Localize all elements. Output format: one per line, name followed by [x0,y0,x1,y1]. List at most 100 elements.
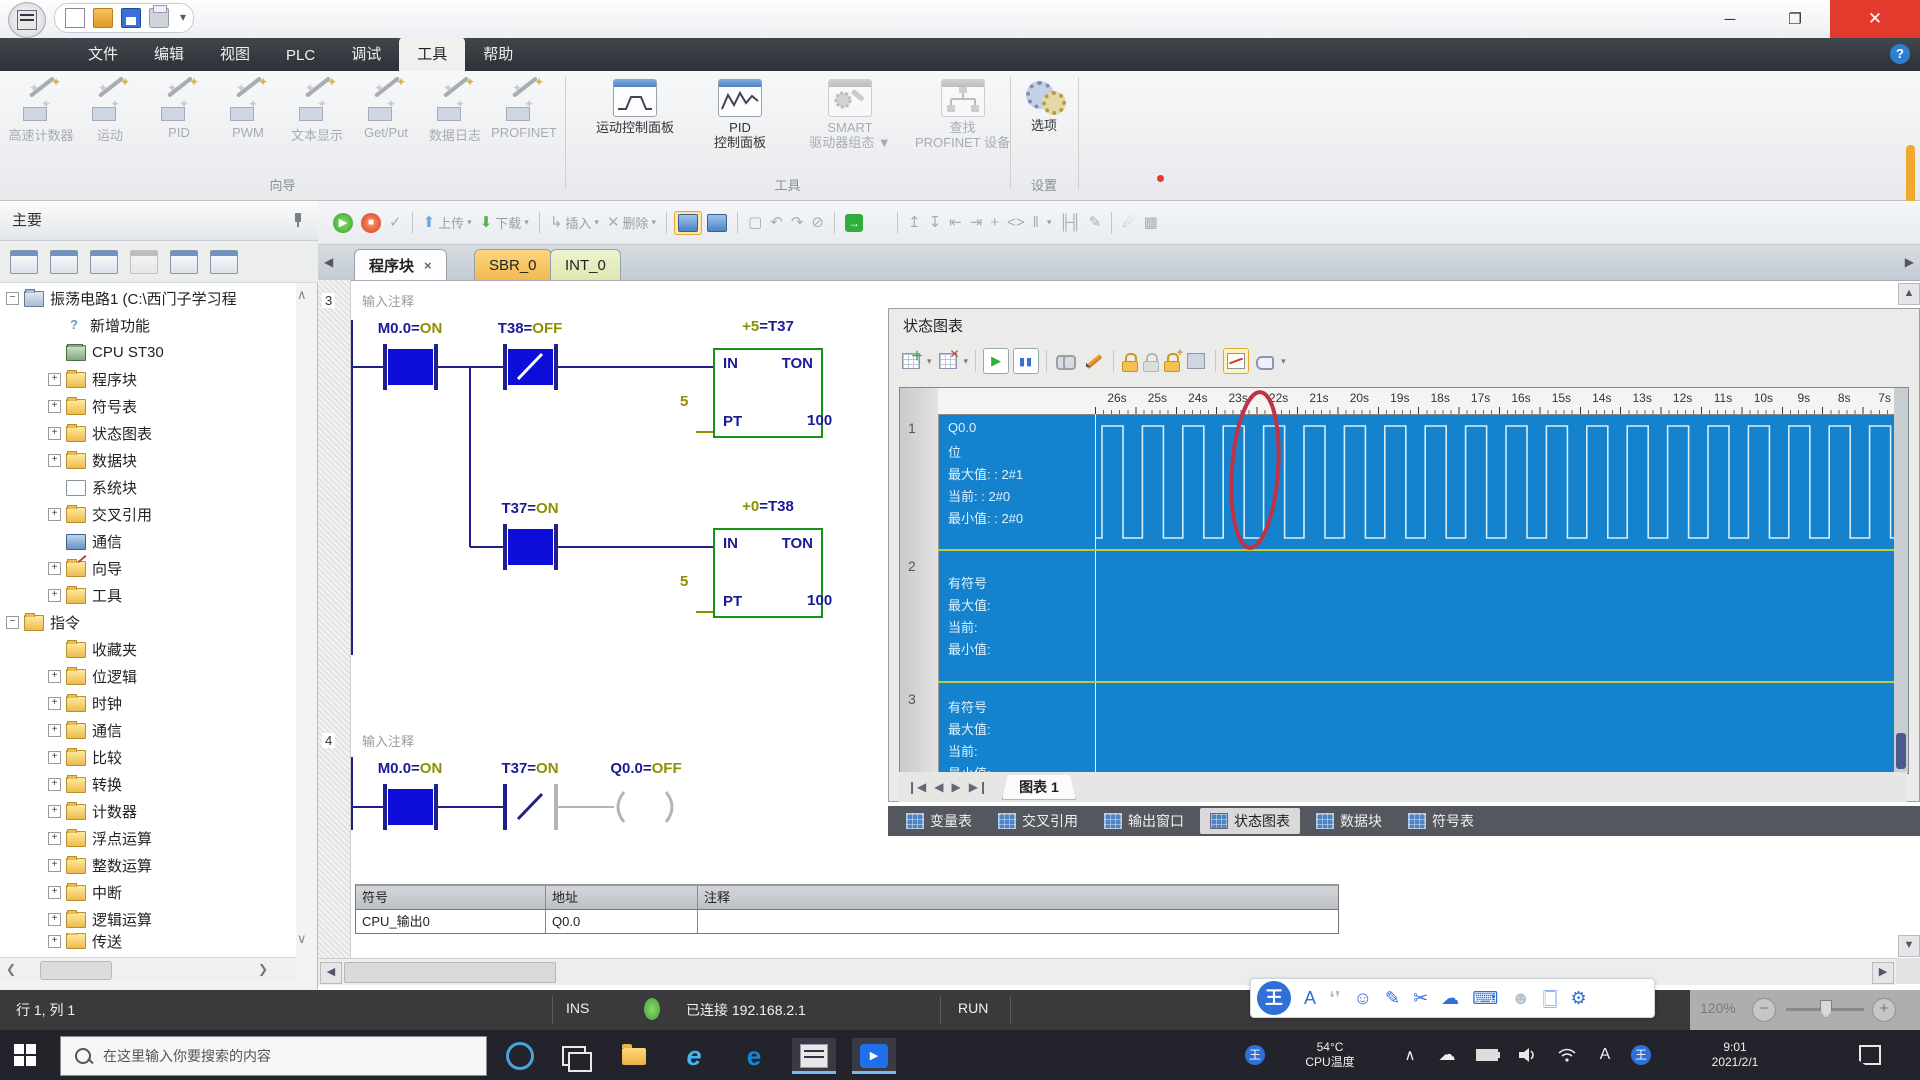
tree-expander[interactable]: + [48,508,61,521]
new-file-icon[interactable] [65,8,85,28]
next-sheet-icon[interactable]: ▶ [952,780,961,794]
tab-scroll-right[interactable]: ▶ [1905,255,1914,269]
tree-item[interactable]: + 符号表 [0,393,296,420]
trend-view-icon[interactable] [1223,348,1249,374]
editor-scroll-up[interactable]: ▲ [1898,283,1920,305]
dock-tab[interactable]: 输出窗口 [1094,808,1194,834]
tree-scroll-down[interactable]: ∨ [297,931,307,947]
network-comment[interactable]: 输入注释 [362,731,414,750]
ton-box-t38[interactable]: INTON PT 100~ [713,528,823,618]
toolbar-button[interactable]: ⇤ [946,212,965,234]
tree-item[interactable]: + 比较 [0,744,296,771]
tree-expander[interactable]: + [48,454,61,467]
tab-int0[interactable]: INT_0 [550,249,621,280]
write-icon[interactable] [1082,349,1106,373]
maximize-button[interactable]: ❐ [1765,0,1825,38]
scroll-thumb[interactable] [344,962,556,983]
ribbon-wizard-button[interactable]: PROFINET [491,79,557,140]
chart-start-icon[interactable]: ▶ [983,348,1009,374]
chart-row-2[interactable]: 有符号 最大值: 当前: 最小值: [938,551,1908,681]
wifi-icon[interactable] [1552,1030,1582,1080]
menu-item[interactable]: PLC [268,41,333,71]
toolbar-button[interactable]: ⊘ [808,212,827,234]
ribbon-wizard-button[interactable]: 文本显示 [284,79,350,144]
first-sheet-icon[interactable]: ❙◀ [907,780,926,794]
ime-scissors-icon[interactable]: ✂ [1413,988,1428,1008]
ribbon-wizard-button[interactable]: Get/Put [353,79,419,140]
view-table-icon[interactable] [50,250,78,274]
toolbar-button[interactable] [674,211,702,235]
ime-font-icon[interactable]: A [1304,988,1316,1008]
toolbar-button[interactable]: ↧ [926,212,945,234]
tree-item[interactable]: + 位逻辑 [0,663,296,690]
tree-expander[interactable]: + [48,859,61,872]
toolbar-button[interactable]: ☄ [1119,212,1138,234]
ribbon-wizard-button[interactable]: PID [146,79,212,140]
contact-t37-net3[interactable] [508,529,553,565]
toolbar-button[interactable]: ↳ 插入 ▾ [547,211,602,234]
force-add-icon[interactable]: + [1163,352,1180,371]
toolbar-button[interactable]: + [987,212,1002,234]
view-book-icon[interactable] [90,250,118,274]
read-all-icon[interactable] [1054,349,1078,373]
toolbar-button[interactable]: <> [1004,212,1028,234]
tree-expander[interactable]: + [48,589,61,602]
dock-tab[interactable]: 符号表 [1398,808,1484,834]
toolbar-button[interactable]: ↥ [905,212,924,234]
view-calc-icon[interactable] [130,250,158,274]
tree-item[interactable]: + 通信 [0,717,296,744]
help-icon[interactable]: ? [1890,44,1910,64]
tree-expander[interactable]: + [48,913,61,926]
menu-item[interactable]: 视图 [202,37,268,71]
tree-item[interactable]: 收藏夹 [0,636,296,663]
tree-item[interactable]: + 传送 [0,933,296,949]
chart-pause-icon[interactable]: ▮▮ [1013,348,1039,374]
tree-item[interactable]: + 中断 [0,879,296,906]
toolbar-button[interactable] [868,221,874,225]
scroll-thumb[interactable] [1896,733,1906,769]
tree-item[interactable]: + 状态图表 [0,420,296,447]
ime-cloud-icon[interactable]: ☁ [1441,988,1459,1008]
tree-expander[interactable]: + [48,778,61,791]
toolbar-button[interactable]: → [842,212,866,234]
tree-item[interactable]: + 数据块 [0,447,296,474]
scroll-right-icon[interactable]: ❯ [258,962,268,976]
tree-expander[interactable]: + [48,373,61,386]
editor-scroll-down[interactable]: ▼ [1898,935,1920,957]
toolbar-button[interactable]: ‖ [1030,212,1042,234]
tree-item[interactable]: + 向导 [0,555,296,582]
chart-row-q00[interactable]: Q0.0 位 最大值: : 2#1 当前: : 2#0 最小值: : 2#0 [938,414,1908,549]
tab-program-block[interactable]: 程序块 × [354,249,447,280]
tree-expander[interactable]: + [48,935,61,948]
toolbar-button[interactable]: ⬇ 下载 ▾ [477,211,532,234]
clock[interactable]: 9:012021/2/1 [1680,1030,1790,1080]
coil-q00[interactable] [618,792,624,822]
tray-ime-icon[interactable]: 王 [1240,1030,1270,1080]
dock-tab[interactable]: 变量表 [896,808,982,834]
tree-item[interactable]: − 振荡电路1 (C:\西门子学习程 [0,285,296,312]
tree-item[interactable]: + 程序块 [0,366,296,393]
view-project-icon[interactable] [10,250,38,274]
dock-tab[interactable]: 状态图表 [1200,808,1300,834]
task-view-icon[interactable] [552,1038,596,1074]
app-icon[interactable] [8,2,46,38]
symbol-table-row[interactable]: CPU_输出0 Q0.0 [356,910,1338,933]
tree-scroll-up[interactable]: ∧ [297,287,307,303]
toolbar-button[interactable]: ▦ [1141,212,1161,234]
taskbar-search[interactable]: 在这里输入你要搜索的内容 [60,1036,487,1076]
tree-expander[interactable]: + [48,832,61,845]
close-button[interactable]: ✕ [1830,0,1920,38]
toolbar-button[interactable]: ■ [358,211,384,235]
internet-explorer-icon[interactable]: e [672,1038,716,1074]
scroll-left-icon[interactable]: ◀ [320,962,342,984]
options-button[interactable]: 选项 [1018,79,1070,133]
smart-drive-config-button[interactable]: SMART驱动器组态 ▼ [790,79,910,150]
view-chart-icon[interactable] [170,250,198,274]
toolbar-button[interactable] [412,212,413,234]
media-player-icon[interactable]: ▶ [852,1038,896,1074]
tray-wang-bubble-icon[interactable]: 王 [1626,1030,1656,1080]
ime-skin-icon[interactable]: 🀆 [1543,988,1557,1008]
tree-expander[interactable]: + [48,670,61,683]
chart-vscrollbar[interactable] [1894,388,1908,773]
qat-customize-arrow[interactable]: ▾ [180,10,186,24]
